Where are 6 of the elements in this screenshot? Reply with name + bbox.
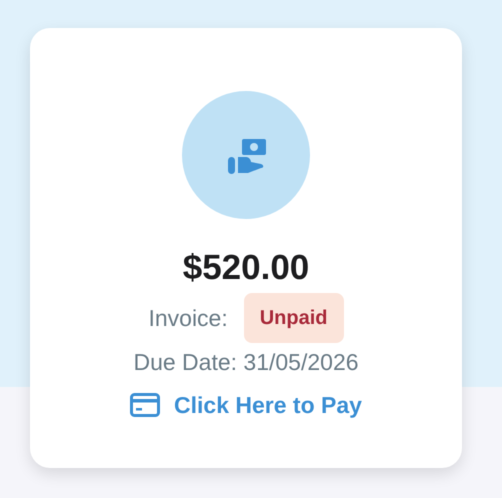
invoice-label: Invoice: [148,304,228,333]
status-badge: Unpaid [244,293,344,343]
pay-link[interactable]: Click Here to Pay [130,388,362,422]
credit-card-icon [130,392,160,417]
amount: $520.00 [182,248,310,288]
due-date: Due Date: 31/05/2026 [133,348,359,377]
